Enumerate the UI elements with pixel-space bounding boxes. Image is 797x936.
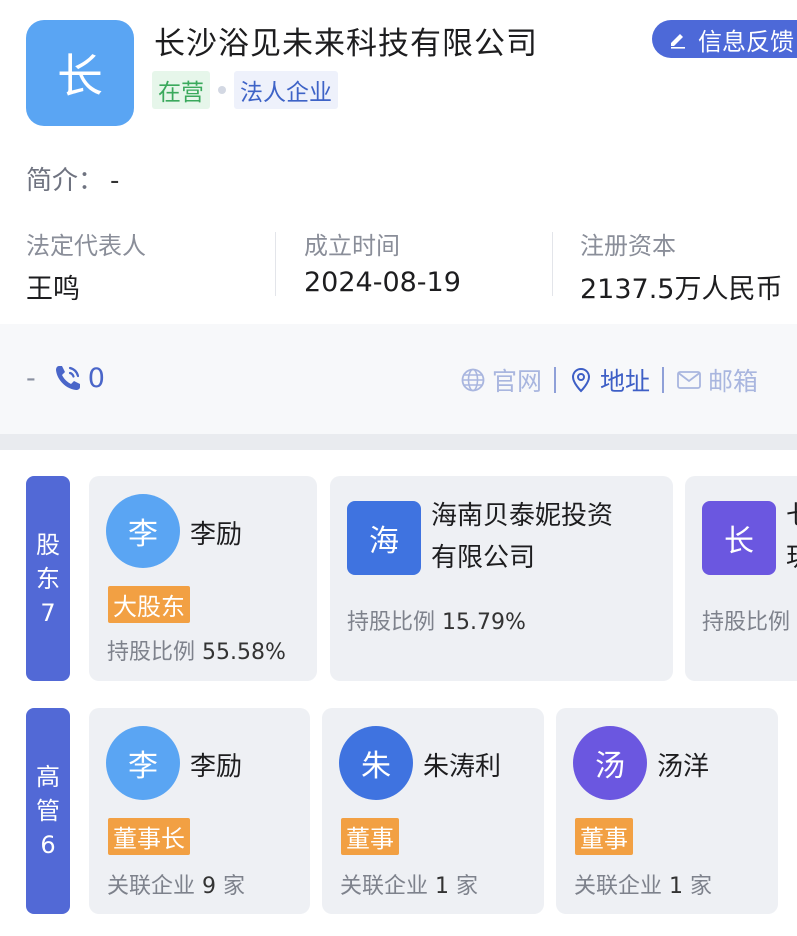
- pencil-icon: [671, 34, 685, 49]
- executive-name: 李励: [190, 752, 243, 782]
- ratio-label: 持股比例: [702, 610, 791, 635]
- feedback-button-label: 信息反馈: [698, 27, 794, 56]
- phone-icon: [55, 366, 80, 390]
- name-line: 玥: [786, 537, 797, 579]
- label-char: 管: [36, 797, 60, 825]
- label-char: 东: [36, 564, 60, 593]
- executive-card[interactable]: 李 李励 董事长 关联企业 9 家: [89, 708, 310, 914]
- registered-capital: 注册资本 2137.5万人民币: [580, 226, 782, 306]
- label-char: 股: [36, 530, 60, 559]
- ratio-label: 持股比例: [107, 640, 196, 665]
- avatar: 汤: [573, 726, 647, 800]
- related-companies: 关联企业 1 家: [574, 868, 712, 900]
- meta-label: 关联企业: [340, 874, 429, 899]
- website-label: 官网: [492, 367, 543, 396]
- status-badge: 在营: [152, 71, 210, 109]
- name-line: 有限公司: [431, 543, 536, 573]
- stat-value: 2137.5万人民币: [580, 274, 783, 305]
- company-tags: 在营 法人企业: [152, 71, 338, 109]
- location-pin-icon: [572, 367, 591, 393]
- stat-divider: [552, 232, 553, 296]
- address-label: 地址: [600, 367, 651, 396]
- share-ratio: 持股比例 55.58%: [107, 634, 286, 666]
- name-line: 七: [786, 495, 797, 537]
- meta-count: 1: [669, 874, 684, 899]
- contact-prefix: -: [26, 362, 36, 394]
- shareholder-name: 海南贝泰妮投资 有限公司: [431, 495, 613, 579]
- avatar: 朱: [339, 726, 413, 800]
- stat-label: 成立时间: [304, 232, 400, 260]
- section-gap: [0, 434, 797, 450]
- share-ratio: 持股比例 15.79%: [347, 604, 526, 636]
- role-badge: 董事长: [108, 818, 190, 855]
- link-separator: [554, 367, 557, 393]
- meta-count: 1: [435, 874, 450, 899]
- address-link[interactable]: 地址: [568, 362, 650, 398]
- stat-value: 王鸣: [26, 274, 80, 305]
- avatar: 海: [347, 501, 421, 575]
- phone-count: 0: [87, 362, 105, 394]
- role-badge: 董事: [575, 818, 633, 855]
- ratio-label: 持股比例: [347, 610, 436, 635]
- related-companies: 关联企业 9 家: [107, 868, 245, 900]
- avatar: 李: [106, 494, 180, 568]
- company-name: 长沙浴见未来科技有限公司: [154, 26, 538, 62]
- company-intro: 简介： -: [26, 160, 119, 197]
- role-badge: 董事: [341, 818, 399, 855]
- stat-divider: [275, 232, 276, 296]
- avatar: 李: [106, 726, 180, 800]
- meta-label: 关联企业: [107, 874, 196, 899]
- shareholder-card[interactable]: 李 李励 大股东 持股比例 55.58%: [89, 476, 317, 681]
- tag-separator-dot: [218, 86, 226, 94]
- phone-link[interactable]: - 0: [26, 362, 105, 394]
- mail-icon: [677, 371, 701, 389]
- executive-card[interactable]: 朱 朱涛利 董事 关联企业 1 家: [322, 708, 544, 914]
- stat-label: 法定代表人: [26, 232, 146, 260]
- email-link[interactable]: 邮箱: [676, 362, 758, 398]
- name-line: 海南贝泰妮投资: [431, 501, 614, 531]
- shareholder-count: 7: [40, 598, 56, 627]
- globe-icon: [461, 368, 485, 392]
- shareholder-name: 李励: [190, 520, 243, 550]
- intro-label: 简介：: [26, 166, 105, 196]
- shareholder-name: 七 玥: [786, 495, 797, 579]
- role-badge: 大股东: [108, 586, 190, 623]
- stat-value: 2024-08-19: [304, 267, 461, 298]
- ratio-value: 15.79%: [442, 610, 526, 635]
- established-date: 成立时间 2024-08-19: [304, 226, 461, 298]
- ratio-value: 55.58%: [202, 640, 286, 665]
- email-label: 邮箱: [708, 367, 759, 396]
- executive-card[interactable]: 汤 汤洋 董事 关联企业 1 家: [556, 708, 778, 914]
- executive-name: 朱涛利: [423, 752, 502, 782]
- legal-representative[interactable]: 法定代表人 王鸣: [26, 226, 146, 306]
- meta-count: 9: [202, 874, 217, 899]
- meta-label: 关联企业: [574, 874, 663, 899]
- link-separator: [662, 367, 665, 393]
- stat-label: 注册资本: [580, 232, 676, 260]
- meta-unit: 家: [456, 874, 479, 899]
- website-link[interactable]: 官网: [460, 362, 542, 398]
- related-companies: 关联企业 1 家: [340, 868, 478, 900]
- shareholder-card[interactable]: 长 七 玥 持股比例: [685, 476, 797, 681]
- contact-bar: - 0 官网 地址 邮箱: [0, 324, 797, 434]
- shareholders-label[interactable]: 股 东 7: [26, 476, 70, 681]
- feedback-button[interactable]: 信息反馈: [652, 20, 797, 58]
- company-logo: 长: [26, 20, 134, 126]
- executive-name: 汤洋: [657, 752, 710, 782]
- contact-links: 官网 地址 邮箱: [460, 362, 758, 398]
- meta-unit: 家: [690, 874, 713, 899]
- avatar: 长: [702, 501, 776, 575]
- intro-value: -: [110, 166, 120, 196]
- executive-count: 6: [40, 831, 56, 859]
- executives-label[interactable]: 高 管 6: [26, 708, 70, 914]
- shareholder-card[interactable]: 海 海南贝泰妮投资 有限公司 持股比例 15.79%: [330, 476, 673, 681]
- company-type-badge: 法人企业: [234, 71, 338, 109]
- share-ratio: 持股比例: [702, 604, 790, 636]
- meta-unit: 家: [223, 874, 246, 899]
- key-info-row: 法定代表人 王鸣 成立时间 2024-08-19 注册资本 2137.5万人民币: [0, 226, 797, 305]
- label-char: 高: [36, 763, 60, 791]
